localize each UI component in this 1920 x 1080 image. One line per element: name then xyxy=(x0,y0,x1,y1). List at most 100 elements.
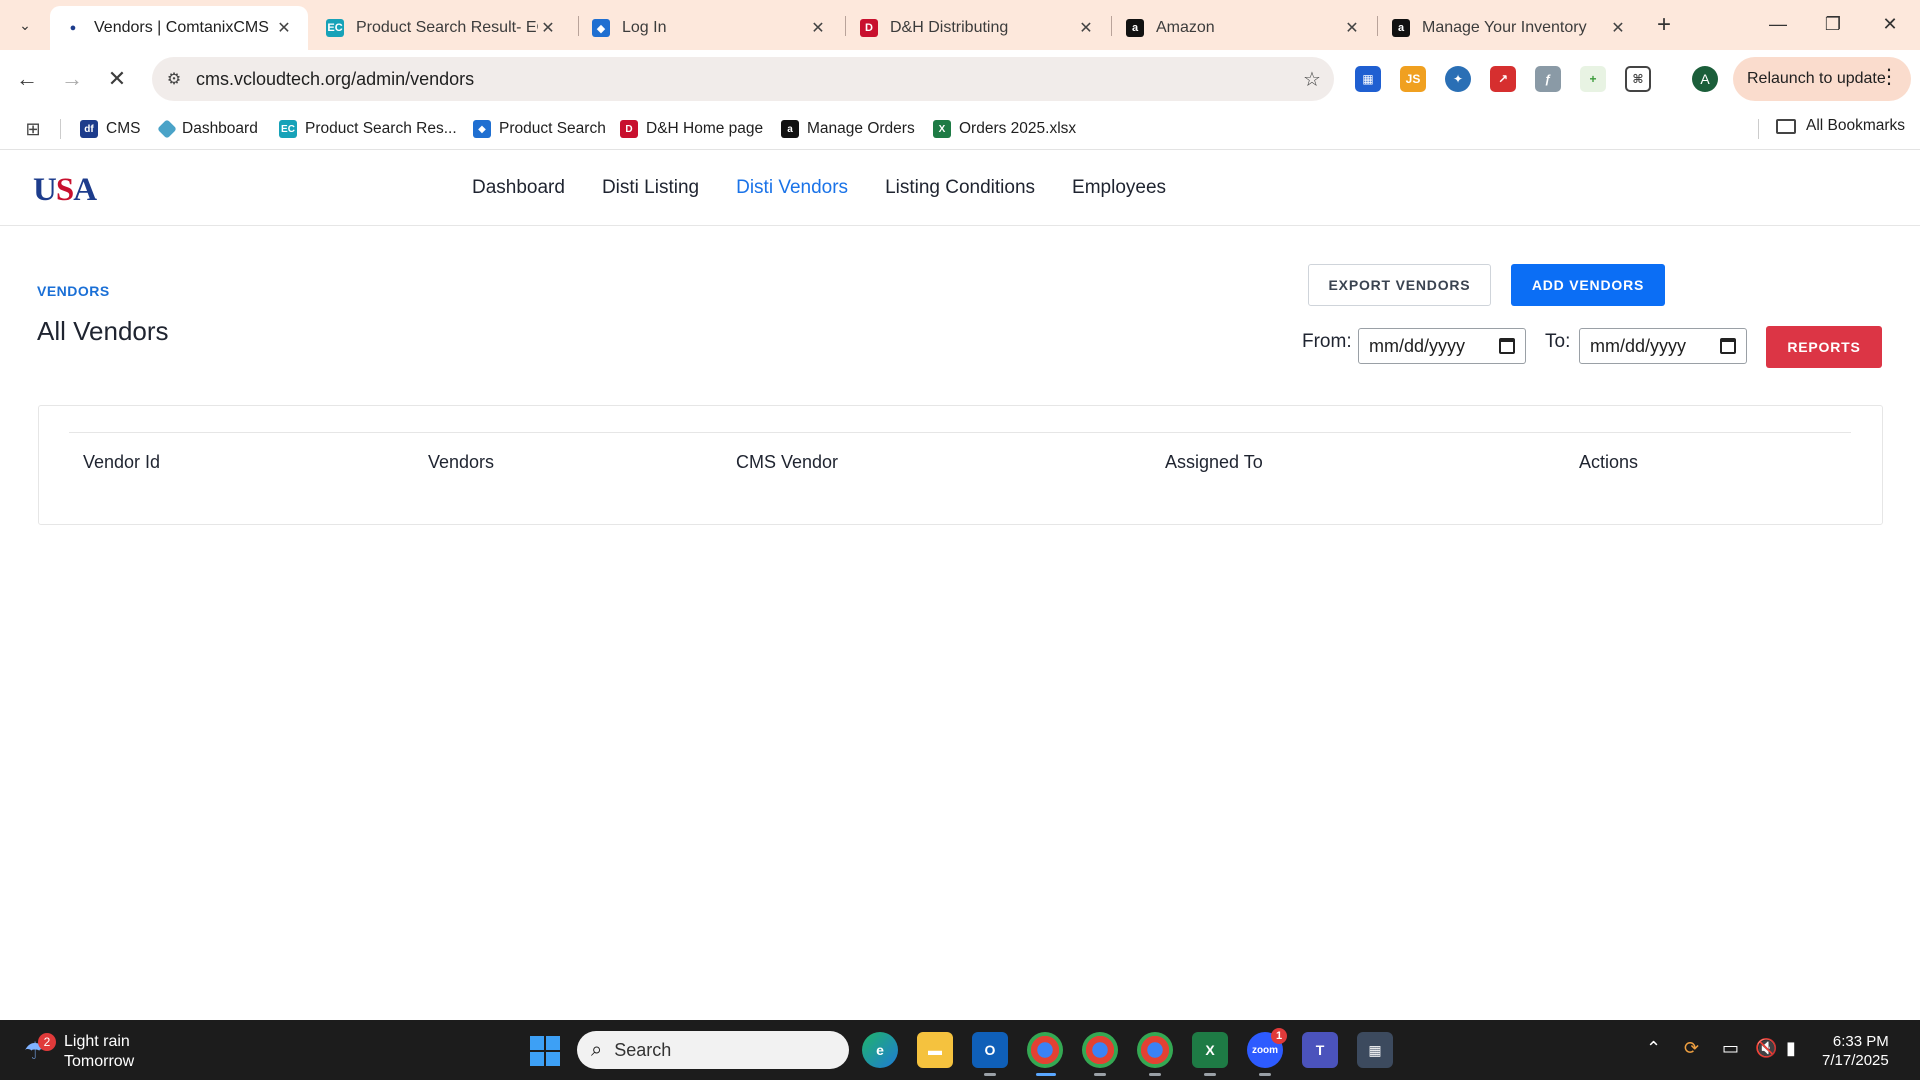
column-header-vendor-id[interactable]: Vendor Id xyxy=(83,452,160,473)
column-header-assigned-to[interactable]: Assigned To xyxy=(1165,452,1263,473)
tab-manage-inventory[interactable]: a Manage Your Inventory ✕ xyxy=(1378,6,1642,50)
site-settings-icon[interactable]: ⚙ xyxy=(152,69,196,89)
bookmark-dh-home[interactable]: D D&H Home page xyxy=(620,117,763,141)
window-close-icon[interactable]: ✕ xyxy=(1870,8,1910,40)
ec-favicon-icon: EC xyxy=(279,120,297,138)
battery-icon[interactable]: ▮ xyxy=(1786,1038,1796,1059)
chrome-profile-icon[interactable] xyxy=(1137,1032,1173,1068)
clock-date: 7/17/2025 xyxy=(1822,1052,1889,1069)
tab-vendors[interactable]: ● Vendors | ComtanixCMS ✕ xyxy=(50,6,308,50)
back-arrow-icon[interactable]: ← xyxy=(10,62,44,96)
file-explorer-icon[interactable]: ▬ xyxy=(917,1032,953,1068)
extension-js-icon[interactable]: JS xyxy=(1400,66,1426,92)
chrome-icon[interactable] xyxy=(1027,1032,1063,1068)
tab-dh-distributing[interactable]: D D&H Distributing ✕ xyxy=(846,6,1110,50)
vendors-table: Vendor Id Vendors CMS Vendor Assigned To… xyxy=(38,405,1883,525)
table-divider xyxy=(69,432,1851,433)
taskbar-search[interactable]: ⌕ Search xyxy=(577,1031,849,1069)
nav-disti-vendors[interactable]: Disti Vendors xyxy=(736,177,848,199)
close-icon[interactable]: ✕ xyxy=(1076,18,1096,38)
chrome-profile-icon[interactable] xyxy=(1082,1032,1118,1068)
show-hidden-icons-chevron-icon[interactable]: ⌃ xyxy=(1646,1038,1661,1059)
to-date-input[interactable]: mm/dd/yyyy xyxy=(1579,328,1747,364)
sync-icon[interactable]: ⟳ xyxy=(1684,1038,1699,1059)
excel-favicon-icon: X xyxy=(933,120,951,138)
system-clock[interactable]: 6:33 PM 7/17/2025 xyxy=(1822,1032,1889,1070)
edge-icon[interactable]: e xyxy=(862,1032,898,1068)
from-date-input[interactable]: mm/dd/yyyy xyxy=(1358,328,1526,364)
close-icon[interactable]: ✕ xyxy=(808,18,828,38)
weather-badge: 2 xyxy=(38,1033,56,1051)
nav-employees[interactable]: Employees xyxy=(1072,177,1166,199)
outlook-icon[interactable]: O xyxy=(972,1032,1008,1068)
menu-dots-icon[interactable]: ⋮ xyxy=(1879,67,1899,87)
bookmark-product-search[interactable]: ◆ Product Search xyxy=(473,117,606,141)
restore-icon[interactable]: ❐ xyxy=(1813,8,1853,40)
calendar-icon[interactable] xyxy=(1720,338,1736,354)
new-tab-plus-icon[interactable]: + xyxy=(1650,11,1678,39)
close-icon[interactable]: ✕ xyxy=(274,18,294,38)
bookmark-manage-orders[interactable]: a Manage Orders xyxy=(781,117,915,141)
extension-leaf-icon[interactable]: ƒ xyxy=(1535,66,1561,92)
volume-muted-icon[interactable]: 🔇 xyxy=(1755,1038,1777,1059)
extension-plus-icon[interactable]: + xyxy=(1580,66,1606,92)
nav-disti-listing[interactable]: Disti Listing xyxy=(602,177,699,199)
tab-search-icon[interactable]: ⌄ xyxy=(8,8,42,42)
tab-title: Manage Your Inventory xyxy=(1422,19,1587,36)
minimize-icon[interactable]: — xyxy=(1758,8,1798,40)
breadcrumb: VENDORS xyxy=(37,283,110,299)
dh-favicon-icon: D xyxy=(860,19,878,37)
from-label: From: xyxy=(1302,331,1352,352)
bookmark-cms[interactable]: df CMS xyxy=(80,117,140,141)
reports-button[interactable]: REPORTS xyxy=(1766,326,1882,368)
url-text[interactable]: cms.vcloudtech.org/admin/vendors xyxy=(196,69,1290,90)
calculator-icon[interactable]: ▦ xyxy=(1357,1032,1393,1068)
bookmark-label: D&H Home page xyxy=(646,120,764,137)
extension-grid-icon[interactable]: ▦ xyxy=(1355,66,1381,92)
close-icon[interactable]: ✕ xyxy=(1608,18,1628,38)
profile-avatar[interactable]: A xyxy=(1692,66,1718,92)
extension-globe-icon[interactable]: ✦ xyxy=(1445,66,1471,92)
relaunch-button[interactable]: Relaunch to update ⋮ xyxy=(1733,57,1911,101)
windows-start-icon[interactable] xyxy=(530,1036,560,1066)
teams-icon[interactable]: T xyxy=(1302,1032,1338,1068)
nav-dashboard[interactable]: Dashboard xyxy=(472,177,565,199)
column-header-vendors[interactable]: Vendors xyxy=(428,452,494,473)
weather-widget[interactable]: ☂ 2 Light rain Tomorrow xyxy=(24,1032,134,1072)
taskbar-search-label: Search xyxy=(614,1039,672,1060)
stop-loading-icon[interactable]: ✕ xyxy=(100,62,134,96)
apps-grid-icon[interactable]: ⊞ xyxy=(22,118,44,140)
nav-listing-conditions[interactable]: Listing Conditions xyxy=(885,177,1035,199)
tab-product-search[interactable]: EC Product Search Result- ECD ✕ xyxy=(312,6,572,50)
tab-title: Product Search Result- ECD xyxy=(356,19,538,36)
usa-logo[interactable]: USA xyxy=(33,172,97,209)
network-icon[interactable]: ▭ xyxy=(1722,1038,1739,1059)
column-header-actions[interactable]: Actions xyxy=(1579,452,1638,473)
address-bar[interactable]: ⚙ cms.vcloudtech.org/admin/vendors ☆ xyxy=(152,57,1334,101)
bookmark-star-icon[interactable]: ☆ xyxy=(1290,67,1334,92)
close-icon[interactable]: ✕ xyxy=(538,18,558,38)
windows-taskbar: ☂ 2 Light rain Tomorrow ⌕ Search e ▬ O X… xyxy=(0,1020,1920,1080)
extensions-puzzle-icon[interactable]: ⌘ xyxy=(1625,66,1651,92)
bookmarks-bar: ⊞ df CMS Dashboard EC Product Search Res… xyxy=(0,108,1920,150)
bookmark-orders-xlsx[interactable]: X Orders 2025.xlsx xyxy=(933,117,1076,141)
bookmark-dashboard[interactable]: Dashboard xyxy=(157,117,258,141)
close-icon[interactable]: ✕ xyxy=(1342,18,1362,38)
export-vendors-button[interactable]: EXPORT VENDORS xyxy=(1308,264,1491,306)
zoom-badge: 1 xyxy=(1271,1028,1287,1044)
excel-icon[interactable]: X xyxy=(1192,1032,1228,1068)
tab-log-in[interactable]: ◆ Log In ✕ xyxy=(578,6,842,50)
bookmark-product-search-results[interactable]: EC Product Search Res... xyxy=(279,117,457,141)
forward-arrow-icon[interactable]: → xyxy=(55,62,89,96)
folder-icon xyxy=(1776,118,1796,134)
calendar-icon[interactable] xyxy=(1499,338,1515,354)
bookmark-label: Manage Orders xyxy=(807,120,915,137)
all-bookmarks-button[interactable]: All Bookmarks xyxy=(1776,117,1905,135)
zoom-icon[interactable]: zoom 1 xyxy=(1247,1028,1287,1068)
tab-title: D&H Distributing xyxy=(890,19,1009,36)
tab-amazon[interactable]: a Amazon ✕ xyxy=(1112,6,1376,50)
login-favicon-icon: ◆ xyxy=(473,120,491,138)
column-header-cms-vendor[interactable]: CMS Vendor xyxy=(736,452,838,473)
extension-pdf-icon[interactable]: ↗ xyxy=(1490,66,1516,92)
add-vendors-button[interactable]: ADD VENDORS xyxy=(1511,264,1665,306)
